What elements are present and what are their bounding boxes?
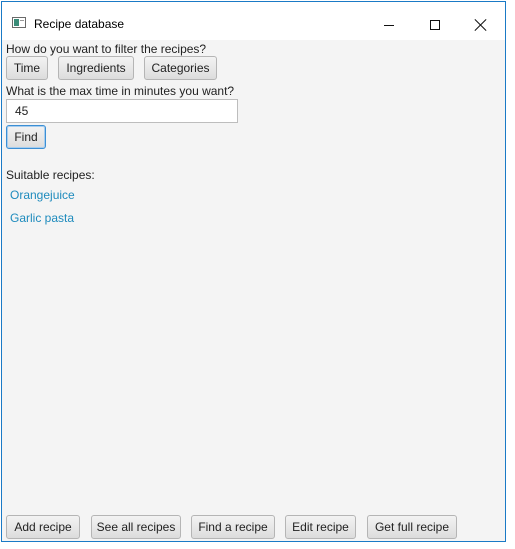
recipe-link[interactable]: Garlic pasta — [10, 211, 74, 225]
add-recipe-button[interactable]: Add recipe — [6, 515, 80, 539]
results-heading: Suitable recipes: — [6, 168, 95, 182]
max-time-input[interactable]: 45 — [6, 99, 238, 123]
edit-recipe-button[interactable]: Edit recipe — [285, 515, 356, 539]
filter-time-button[interactable]: Time — [6, 56, 48, 80]
close-button[interactable] — [458, 2, 504, 32]
maximize-icon — [430, 20, 440, 30]
recipe-link[interactable]: Orangejuice — [10, 188, 75, 202]
maximize-button[interactable] — [412, 2, 458, 32]
title-bar: Recipe database — [2, 2, 505, 40]
close-icon — [475, 19, 487, 31]
find-button[interactable]: Find — [6, 125, 46, 149]
see-all-recipes-button[interactable]: See all recipes — [91, 515, 181, 539]
filter-ingredients-button[interactable]: Ingredients — [58, 56, 134, 80]
get-full-recipe-button[interactable]: Get full recipe — [367, 515, 457, 539]
minimize-icon — [384, 24, 394, 26]
minimize-button[interactable] — [366, 2, 412, 32]
filter-prompt: How do you want to filter the recipes? — [6, 42, 207, 56]
find-a-recipe-button[interactable]: Find a recipe — [191, 515, 275, 539]
filter-categories-button[interactable]: Categories — [144, 56, 217, 80]
window-title: Recipe database — [34, 17, 125, 31]
time-prompt: What is the max time in minutes you want… — [6, 84, 235, 98]
app-window: Recipe database How do you want to filte… — [1, 1, 506, 542]
app-icon — [12, 17, 26, 28]
